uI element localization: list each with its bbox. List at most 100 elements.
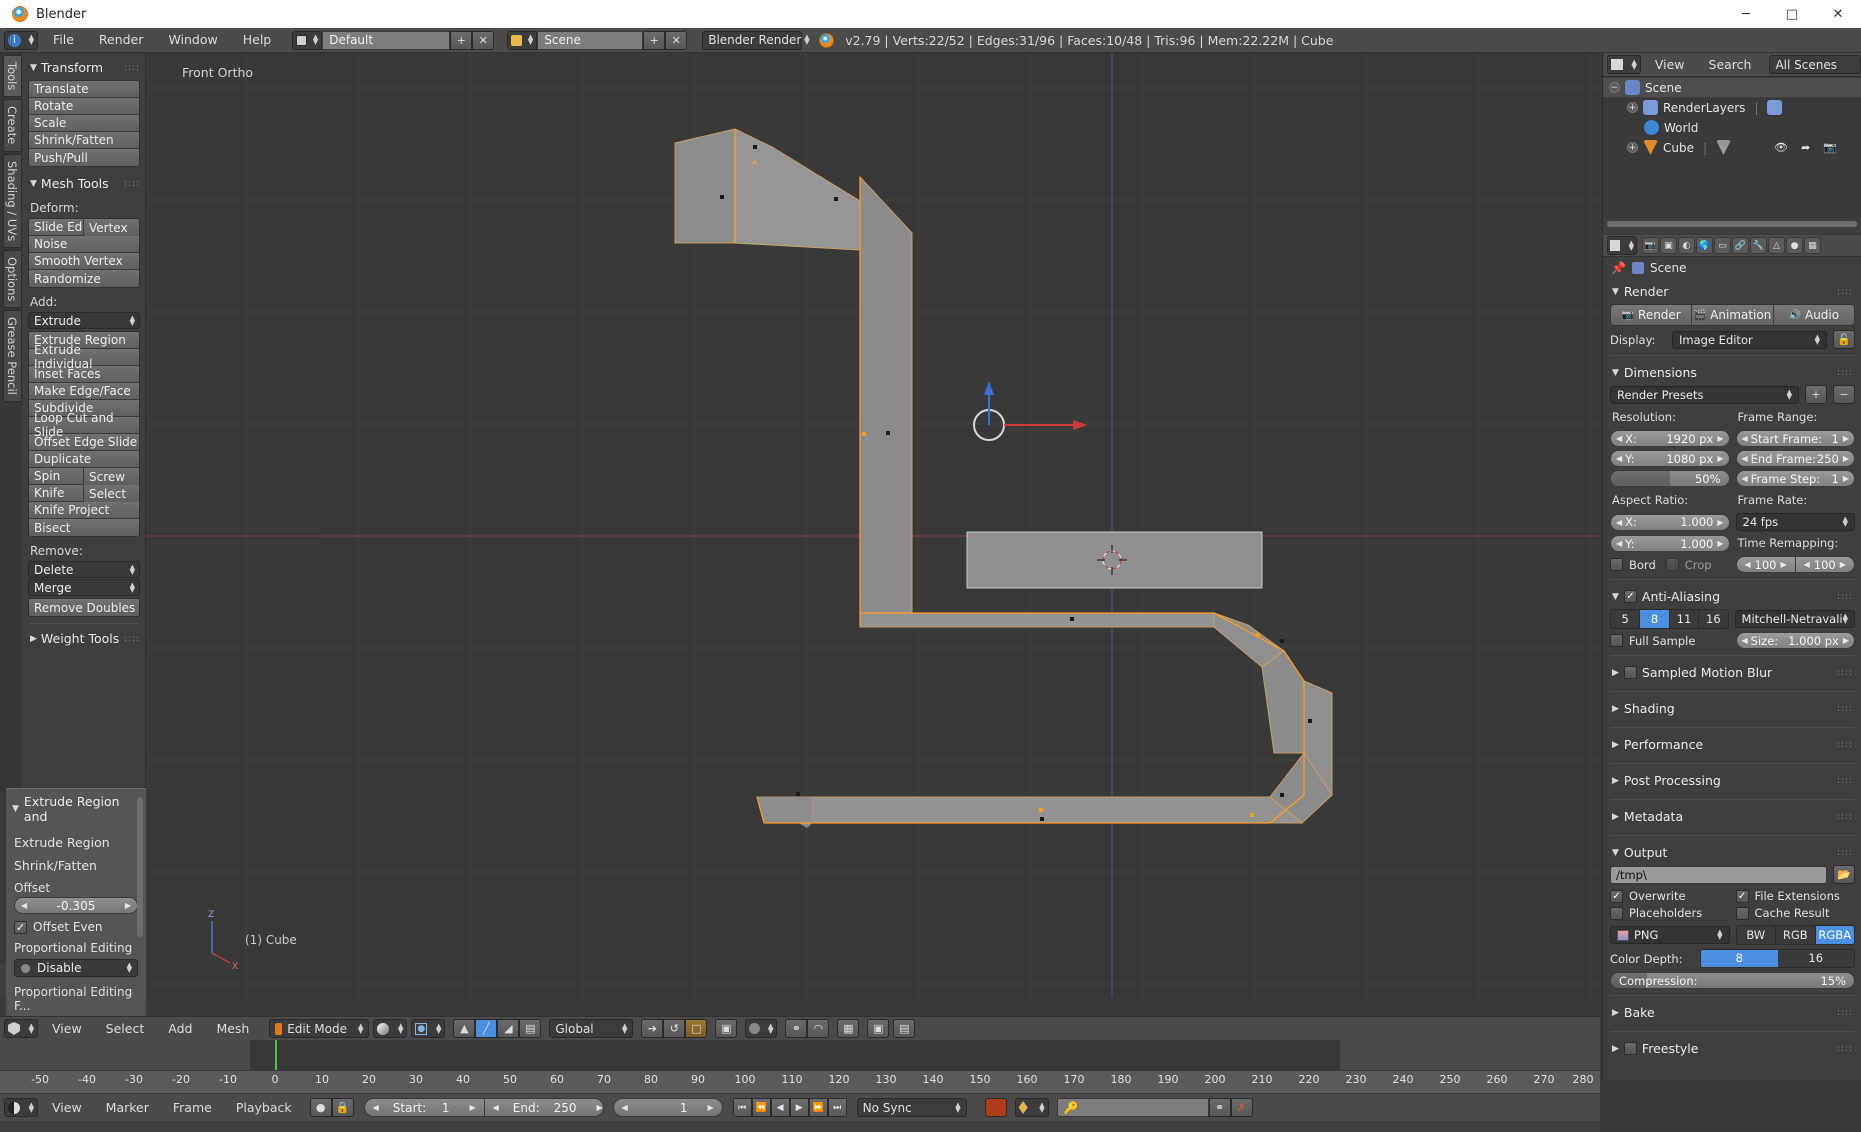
timeline-ruler[interactable]: -50 -40 -30 -20 -10 0 10 20 30 40 50 60 …: [0, 1070, 1600, 1094]
chevron-left-icon[interactable]: ◀: [1742, 454, 1748, 463]
timeline-track[interactable]: [0, 1040, 1600, 1070]
editor-type-selector-properties[interactable]: ▲ ▼: [1607, 236, 1637, 255]
start-frame-property-field[interactable]: ◀ Start Frame: 1 ▶: [1735, 430, 1855, 447]
chevron-left-icon[interactable]: ◀: [21, 901, 27, 910]
operator-panel-scrollbar[interactable]: [137, 797, 143, 937]
file-format-selector[interactable]: PNG ▲ ▼: [1610, 926, 1730, 944]
outliner-menu-view[interactable]: View: [1645, 53, 1695, 77]
panel-header-freestyle[interactable]: ▶ Freestyle ::::: [1610, 1036, 1855, 1061]
duplicate-button[interactable]: Duplicate: [29, 451, 139, 468]
panel-header-render[interactable]: ▼ Render ::::: [1610, 279, 1855, 304]
cache-result-checkbox[interactable]: [1735, 906, 1749, 920]
pivot-point-selector[interactable]: ● ▲ ▼: [411, 1019, 446, 1038]
tab-data-properties[interactable]: △: [1768, 237, 1785, 254]
edge-select-icon[interactable]: ╱: [475, 1019, 498, 1038]
overwrite-checkbox-row[interactable]: ✓ Overwrite: [1610, 889, 1730, 903]
sync-mode-selector[interactable]: No Sync ▲ ▼: [856, 1098, 967, 1117]
mesh-data-icon[interactable]: [1716, 140, 1732, 155]
chevron-left-icon[interactable]: ◀: [1742, 434, 1748, 443]
aa-sample-16[interactable]: 16: [1699, 610, 1728, 628]
slide-edge-button[interactable]: Slide Ed: [29, 219, 84, 236]
chevron-left-icon[interactable]: ◀: [1616, 454, 1622, 463]
render-audio-button[interactable]: 🔊 Audio: [1773, 305, 1854, 325]
viewport-shading-selector[interactable]: ▲ ▼: [373, 1019, 408, 1038]
delete-keyframe-button[interactable]: ✗: [1230, 1098, 1253, 1117]
previous-keyframe-button[interactable]: ⏪: [751, 1098, 771, 1117]
outliner-display-mode[interactable]: All Scenes: [1769, 55, 1861, 74]
end-frame-property-field[interactable]: ◀ End Frame: 250 ▶: [1735, 450, 1855, 467]
remove-doubles-button[interactable]: Remove Doubles: [29, 599, 139, 616]
close-button[interactable]: ✕: [1815, 0, 1861, 28]
timeline-playhead[interactable]: [275, 1040, 277, 1070]
chevron-right-icon[interactable]: ▶: [1717, 539, 1723, 548]
aspect-x-field[interactable]: ◀ X: 1.000 ▶: [1610, 513, 1730, 531]
knife-project-button[interactable]: Knife Project: [29, 502, 139, 519]
viewport-menu-add[interactable]: Add: [158, 1017, 202, 1041]
insert-keyframe-button[interactable]: ⚭: [1208, 1098, 1231, 1117]
chevron-left-icon[interactable]: ◀: [622, 1103, 628, 1112]
extrude-dropdown[interactable]: Extrude ▲ ▼: [28, 312, 140, 329]
tab-shading-uvs[interactable]: Shading / UVs: [3, 153, 22, 248]
editor-type-selector-timeline[interactable]: ▲ ▼: [4, 1098, 38, 1117]
resolution-x-field[interactable]: ◀ X: 1920 px ▶: [1610, 430, 1730, 447]
panel-header-metadata[interactable]: ▶ Metadata ::::: [1610, 804, 1855, 829]
chevron-right-icon[interactable]: ▶: [707, 1103, 713, 1112]
tab-constraints-properties[interactable]: 🔗: [1732, 237, 1749, 254]
randomize-button[interactable]: Randomize: [29, 270, 139, 287]
editor-type-selector-info[interactable]: i ▲ ▼: [4, 30, 38, 50]
lock-interface-icon[interactable]: 🔓: [1833, 330, 1855, 349]
delete-scene-button[interactable]: ✕: [665, 30, 688, 50]
time-remap-new-field[interactable]: ◀ 100 ▶: [1795, 556, 1855, 573]
tab-world-properties[interactable]: 🌎: [1696, 237, 1713, 254]
file-extensions-checkbox[interactable]: ✓: [1735, 889, 1749, 903]
tab-texture-properties[interactable]: ▦: [1804, 237, 1821, 254]
slide-vertex-button[interactable]: Vertex: [84, 219, 139, 236]
timeline-menu-frame[interactable]: Frame: [163, 1096, 222, 1120]
cache-result-checkbox-row[interactable]: Cache Result: [1735, 906, 1856, 920]
offset-even-checkbox-row[interactable]: ✓ Offset Even: [6, 914, 146, 938]
offset-even-checkbox[interactable]: ✓: [14, 920, 27, 934]
viewport-menu-mesh[interactable]: Mesh: [206, 1017, 259, 1041]
chevron-left-icon[interactable]: ◀: [1742, 474, 1748, 483]
placeholders-checkbox-row[interactable]: Placeholders: [1610, 906, 1730, 920]
outliner-row-renderlayers[interactable]: + RenderLayers |: [1603, 98, 1861, 118]
tab-scene-properties[interactable]: ◐: [1678, 237, 1695, 254]
make-edge-face-button[interactable]: Make Edge/Face: [29, 383, 139, 400]
bisect-button[interactable]: Bisect: [29, 519, 139, 536]
collapse-icon[interactable]: −: [1609, 82, 1620, 93]
renderlayers-data-icon[interactable]: [1767, 100, 1783, 115]
border-checkbox[interactable]: [1610, 558, 1623, 571]
delete-dropdown[interactable]: Delete ▲ ▼: [28, 561, 140, 578]
scale-manipulator-icon[interactable]: □: [685, 1019, 708, 1038]
next-keyframe-button[interactable]: ⏩: [808, 1098, 828, 1117]
proportional-editing-dropdown[interactable]: Disable ▲ ▼: [14, 959, 138, 977]
viewport-render-icon[interactable]: ▤: [893, 1019, 916, 1038]
viewport-menu-view[interactable]: View: [42, 1017, 92, 1041]
color-depth-16[interactable]: 16: [1777, 950, 1854, 967]
expand-icon[interactable]: +: [1627, 142, 1638, 153]
output-path-input[interactable]: /tmp\: [1610, 865, 1827, 884]
timeline-menu-playback[interactable]: Playback: [226, 1096, 302, 1120]
minimize-button[interactable]: ─: [1723, 0, 1769, 28]
aa-sample-5[interactable]: 5: [1611, 610, 1641, 628]
chevron-left-icon[interactable]: ◀: [1742, 636, 1748, 645]
vertex-select-icon[interactable]: ▲: [453, 1019, 476, 1038]
chevron-right-icon[interactable]: ▶: [597, 1103, 603, 1112]
menu-render[interactable]: Render: [89, 28, 154, 52]
panel-header-transform[interactable]: ▼ Transform ::::: [28, 57, 140, 80]
tab-modifiers-properties[interactable]: 🔧: [1750, 237, 1767, 254]
smooth-vertex-button[interactable]: Smooth Vertex: [29, 253, 139, 270]
panel-header-performance[interactable]: ▶ Performance ::::: [1610, 732, 1855, 757]
jump-to-end-button[interactable]: ⏭: [827, 1098, 847, 1117]
outliner-menu-search[interactable]: Search: [1699, 53, 1762, 77]
translate-manipulator-icon[interactable]: ➔: [641, 1019, 664, 1038]
chevron-left-icon[interactable]: ◀: [1744, 560, 1750, 569]
shrink-fatten-button[interactable]: Shrink/Fatten: [29, 132, 139, 149]
frame-step-field[interactable]: ◀ Frame Step: 1 ▶: [1735, 470, 1855, 487]
spin-button[interactable]: Spin: [29, 468, 84, 485]
freestyle-checkbox[interactable]: [1623, 1042, 1637, 1055]
jump-to-start-button[interactable]: ⏮: [732, 1098, 752, 1117]
antialiasing-checkbox[interactable]: ✓: [1623, 590, 1637, 603]
panel-header-mesh-tools[interactable]: ▼ Mesh Tools ::::: [28, 173, 140, 196]
outliner-row-cube[interactable]: + Cube | 👁 ➦ 📷: [1603, 138, 1861, 158]
